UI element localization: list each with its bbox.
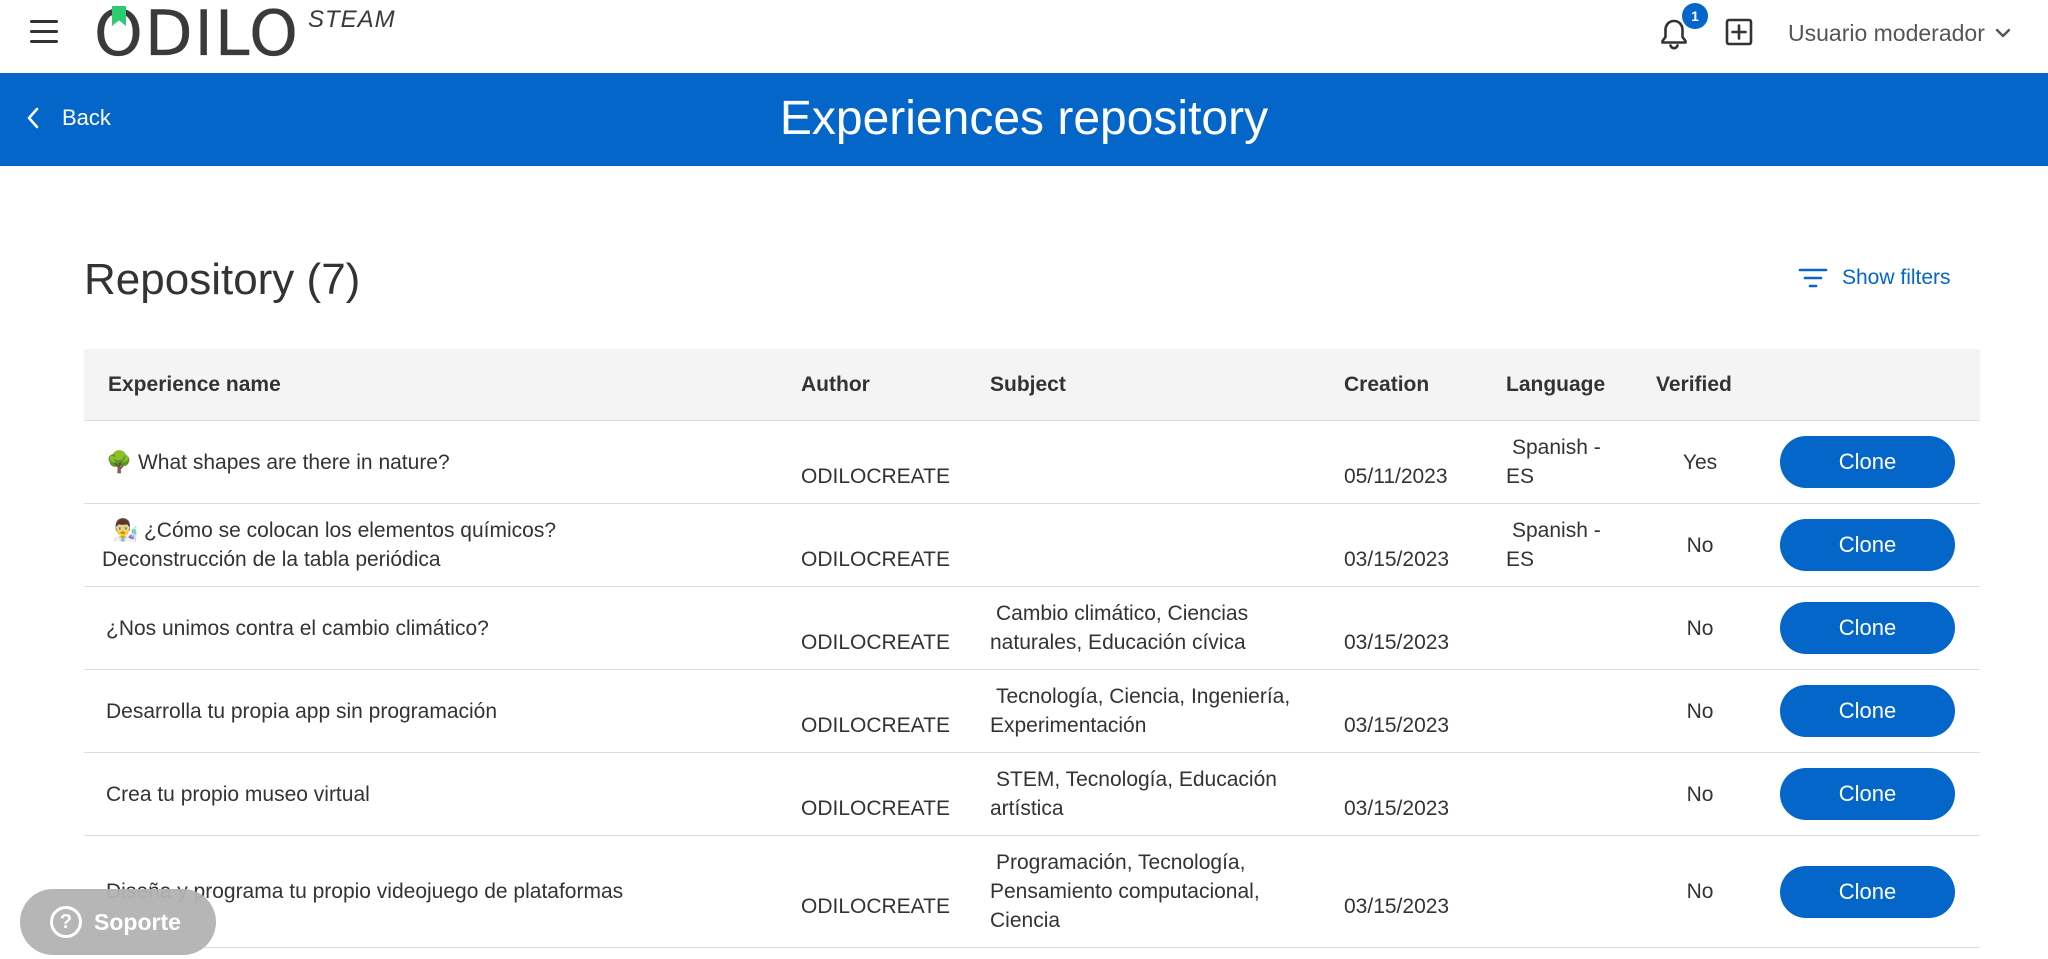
author: ODILOCREATE (801, 631, 950, 654)
logo-suffix: STEAM (307, 6, 396, 33)
table-row[interactable]: Diseña y programa tu propio videojuego d… (84, 836, 1980, 948)
top-navigation-bar: ODILO STEAM 1 Usuario moderador (0, 0, 2048, 73)
creation-date: 03/15/2023 (1344, 631, 1450, 654)
column-header-language[interactable]: Language (1506, 373, 1605, 397)
experience-name: Desarrolla tu propia app sin programació… (106, 697, 766, 726)
language: Spanish - ES (1506, 433, 1616, 491)
question-icon: ? (50, 906, 82, 938)
subject-line1: Cambio climático, Ciencias (996, 602, 1249, 625)
subject-line2: artística (990, 797, 1064, 820)
filter-icon (1798, 268, 1828, 288)
show-filters-button[interactable]: Show filters (1798, 266, 1951, 290)
creation-date: 03/15/2023 (1344, 797, 1450, 820)
subject: Cambio climático, Ciencias naturales, Ed… (990, 599, 1310, 657)
experience-name-line1: ¿Nos unimos contra el cambio climático? (106, 617, 489, 640)
experience-name-line1: Crea tu propio museo virtual (106, 783, 370, 806)
page-title: Experiences repository (779, 92, 1269, 145)
logo-rest: DILO (144, 0, 300, 70)
language-line1: Spanish - (1512, 436, 1601, 459)
creation-date: 03/15/2023 (1344, 895, 1450, 918)
logo-o: O (94, 0, 145, 70)
experience-name: 🌳 What shapes are there in nature? (106, 448, 766, 477)
clone-button[interactable]: Clone (1780, 685, 1955, 737)
plus-square-icon[interactable] (1724, 17, 1754, 47)
table-row[interactable]: ¿Nos unimos contra el cambio climático? … (84, 587, 1980, 670)
author: ODILOCREATE (801, 797, 950, 820)
subject: STEM, Tecnología, Educación artística (990, 765, 1310, 823)
logo-bookmark-icon (112, 6, 126, 26)
verified-status: No (1686, 534, 1714, 557)
column-header-subject[interactable]: Subject (990, 373, 1066, 397)
column-header-creation[interactable]: Creation (1344, 373, 1429, 397)
verified-status: No (1686, 617, 1714, 640)
column-header-verified[interactable]: Verified (1656, 373, 1732, 397)
notification-count-badge: 1 (1682, 3, 1708, 29)
page-header-banner: Back Experiences repository (0, 73, 2048, 166)
subject-line1: Programación, Tecnología, (996, 851, 1246, 874)
subject: Programación, Tecnología, Pensamiento co… (990, 848, 1310, 935)
table-row[interactable]: 👨‍🔬 ¿Cómo se colocan los elementos quími… (84, 504, 1980, 587)
clone-button[interactable]: Clone (1780, 519, 1955, 571)
creation-date: 03/15/2023 (1344, 548, 1450, 571)
table-row[interactable]: Desarrolla tu propia app sin programació… (84, 670, 1980, 753)
language-line2: ES (1506, 548, 1535, 571)
verified-status: No (1686, 700, 1714, 723)
experience-name: ¿Nos unimos contra el cambio climático? (106, 614, 766, 643)
language-line2: ES (1506, 465, 1535, 488)
column-header-author[interactable]: Author (801, 373, 870, 397)
subject: Tecnología, Ciencia, Ingeniería, Experim… (990, 682, 1310, 740)
odilo-steam-logo[interactable]: ODILO STEAM (94, 2, 396, 64)
chevron-down-icon (1995, 28, 2011, 38)
clone-button[interactable]: Clone (1780, 602, 1955, 654)
table-row[interactable]: 🌳 What shapes are there in nature? ODILO… (84, 421, 1980, 504)
language: Spanish - ES (1506, 516, 1616, 574)
experience-name-line2: Deconstrucción de la tabla periódica (102, 548, 441, 571)
creation-date: 05/11/2023 (1344, 465, 1448, 488)
hamburger-menu-icon[interactable] (30, 20, 62, 46)
author: ODILOCREATE (801, 465, 950, 488)
subject-line2: naturales, Educación cívica (990, 631, 1246, 654)
subject-line1: Tecnología, Ciencia, Ingeniería, (996, 685, 1291, 708)
creation-date: 03/15/2023 (1344, 714, 1450, 737)
subject-line2: Pensamiento computacional, (990, 880, 1260, 903)
experience-name-line1: 🌳 What shapes are there in nature? (106, 451, 450, 474)
experience-name-line1: 👨‍🔬 ¿Cómo se colocan los elementos quími… (112, 519, 557, 542)
language-line1: Spanish - (1512, 519, 1601, 542)
support-button[interactable]: ? Soporte (20, 889, 216, 955)
experience-name: 👨‍🔬 ¿Cómo se colocan los elementos quími… (102, 516, 766, 574)
repository-title: Repository (7) (84, 255, 361, 304)
clone-button[interactable]: Clone (1780, 768, 1955, 820)
verified-status: Yes (1682, 451, 1718, 474)
table-header: Experience name Author Subject Creation … (84, 349, 1980, 421)
user-name: Usuario moderador (1788, 19, 1985, 46)
clone-button[interactable]: Clone (1780, 436, 1955, 488)
author: ODILOCREATE (801, 548, 950, 571)
support-label: Soporte (94, 908, 181, 935)
clone-button[interactable]: Clone (1780, 866, 1955, 918)
table-row[interactable]: Crea tu propio museo virtual ODILOCREATE… (84, 753, 1980, 836)
experience-name-line1: Desarrolla tu propia app sin programació… (106, 700, 498, 723)
column-header-name[interactable]: Experience name (108, 373, 281, 397)
author: ODILOCREATE (801, 895, 950, 918)
experiences-table: Experience name Author Subject Creation … (84, 349, 1980, 948)
logo-wordmark: ODILO (94, 0, 300, 70)
subject-line1: STEM, Tecnología, Educación (996, 768, 1277, 791)
show-filters-label: Show filters (1842, 266, 1951, 289)
verified-status: No (1686, 880, 1714, 903)
author: ODILOCREATE (801, 714, 950, 737)
verified-status: No (1686, 783, 1714, 806)
subject-line2: Experimentación (990, 714, 1147, 737)
subject-line3: Ciencia (990, 909, 1061, 932)
experience-name: Crea tu propio museo virtual (106, 780, 766, 809)
user-menu[interactable]: Usuario moderador (1788, 18, 2011, 48)
